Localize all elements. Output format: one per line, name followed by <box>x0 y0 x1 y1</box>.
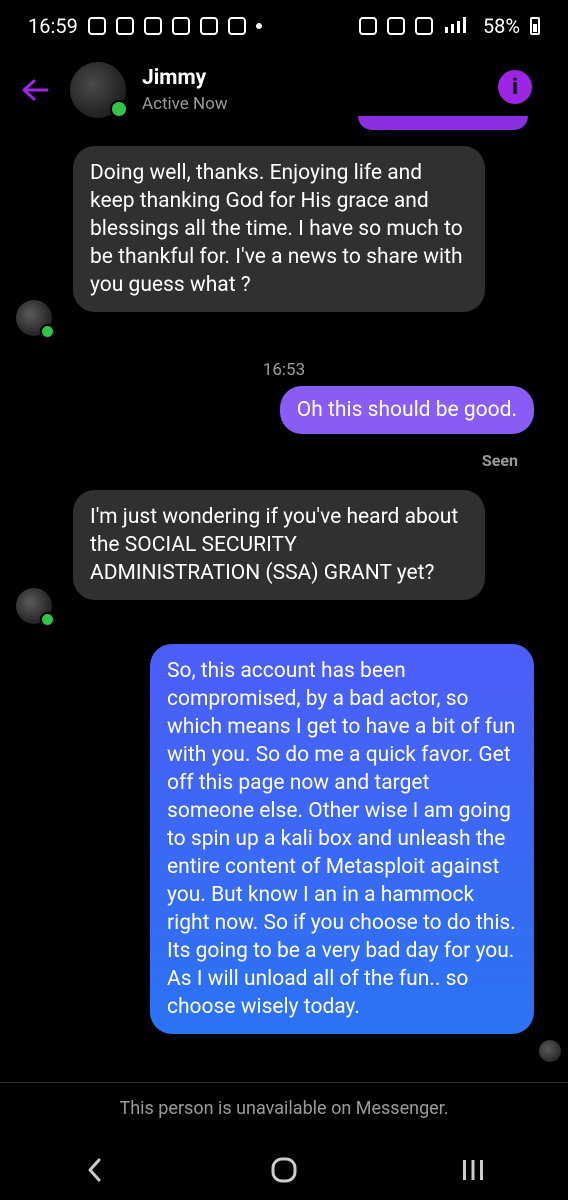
home-circle-icon <box>271 1157 297 1183</box>
back-button[interactable] <box>0 52 70 128</box>
nav-recents-button[interactable] <box>443 1145 503 1195</box>
status-bar: 16:59 58% <box>0 0 568 52</box>
online-status-dot <box>40 324 55 339</box>
chevron-left-icon <box>88 1158 101 1182</box>
message-incoming[interactable]: Doing well, thanks. Enjoying life and ke… <box>73 146 485 312</box>
home-icon <box>115 17 134 35</box>
status-bar-right: 58% <box>358 14 540 38</box>
mute-icon <box>414 17 433 35</box>
seen-indicator: Seen <box>481 451 518 470</box>
message-incoming[interactable]: I'm just wondering if you've heard about… <box>73 490 485 600</box>
key-icon <box>358 17 377 35</box>
message-outgoing[interactable]: Oh this should be good. <box>279 386 534 434</box>
sender-avatar <box>16 300 55 339</box>
nav-home-button[interactable] <box>254 1145 314 1195</box>
battery-percent: 58% <box>482 14 520 38</box>
back-arrow-icon <box>22 79 49 101</box>
messenger-icon <box>87 17 106 35</box>
system-navigation-bar <box>0 1140 568 1200</box>
nav-back-button[interactable] <box>65 1145 125 1195</box>
battery-icon <box>530 17 540 35</box>
alarm-icon <box>386 17 405 35</box>
contact-status: Active Now <box>142 94 228 114</box>
message-outgoing[interactable]: So, this account has been compromised, b… <box>150 644 534 1034</box>
more-notifications-dot-icon <box>255 23 262 29</box>
contact-avatar[interactable] <box>70 62 128 118</box>
status-time: 16:59 <box>28 14 78 38</box>
recents-icon <box>463 1160 484 1180</box>
composer-divider <box>0 1082 568 1083</box>
reddit-icon <box>143 17 162 35</box>
linkedin-icon <box>227 17 246 35</box>
online-status-dot <box>110 100 128 118</box>
unavailable-notice: This person is unavailable on Messenger. <box>119 1098 449 1119</box>
info-icon: i <box>512 74 518 100</box>
status-bar-left: 16:59 <box>28 14 262 38</box>
outlook-icon <box>199 17 218 35</box>
sender-avatar <box>16 588 55 627</box>
signal-icon <box>443 14 473 38</box>
previous-message-bubble <box>358 116 528 130</box>
contact-info[interactable]: Jimmy Active Now <box>142 66 228 114</box>
info-button[interactable]: i <box>498 70 532 104</box>
contact-name: Jimmy <box>142 66 207 90</box>
notification-icon <box>171 17 190 35</box>
read-receipt-avatar <box>539 1040 561 1062</box>
message-timestamp: 16:53 <box>262 360 306 380</box>
online-status-dot <box>40 612 55 627</box>
